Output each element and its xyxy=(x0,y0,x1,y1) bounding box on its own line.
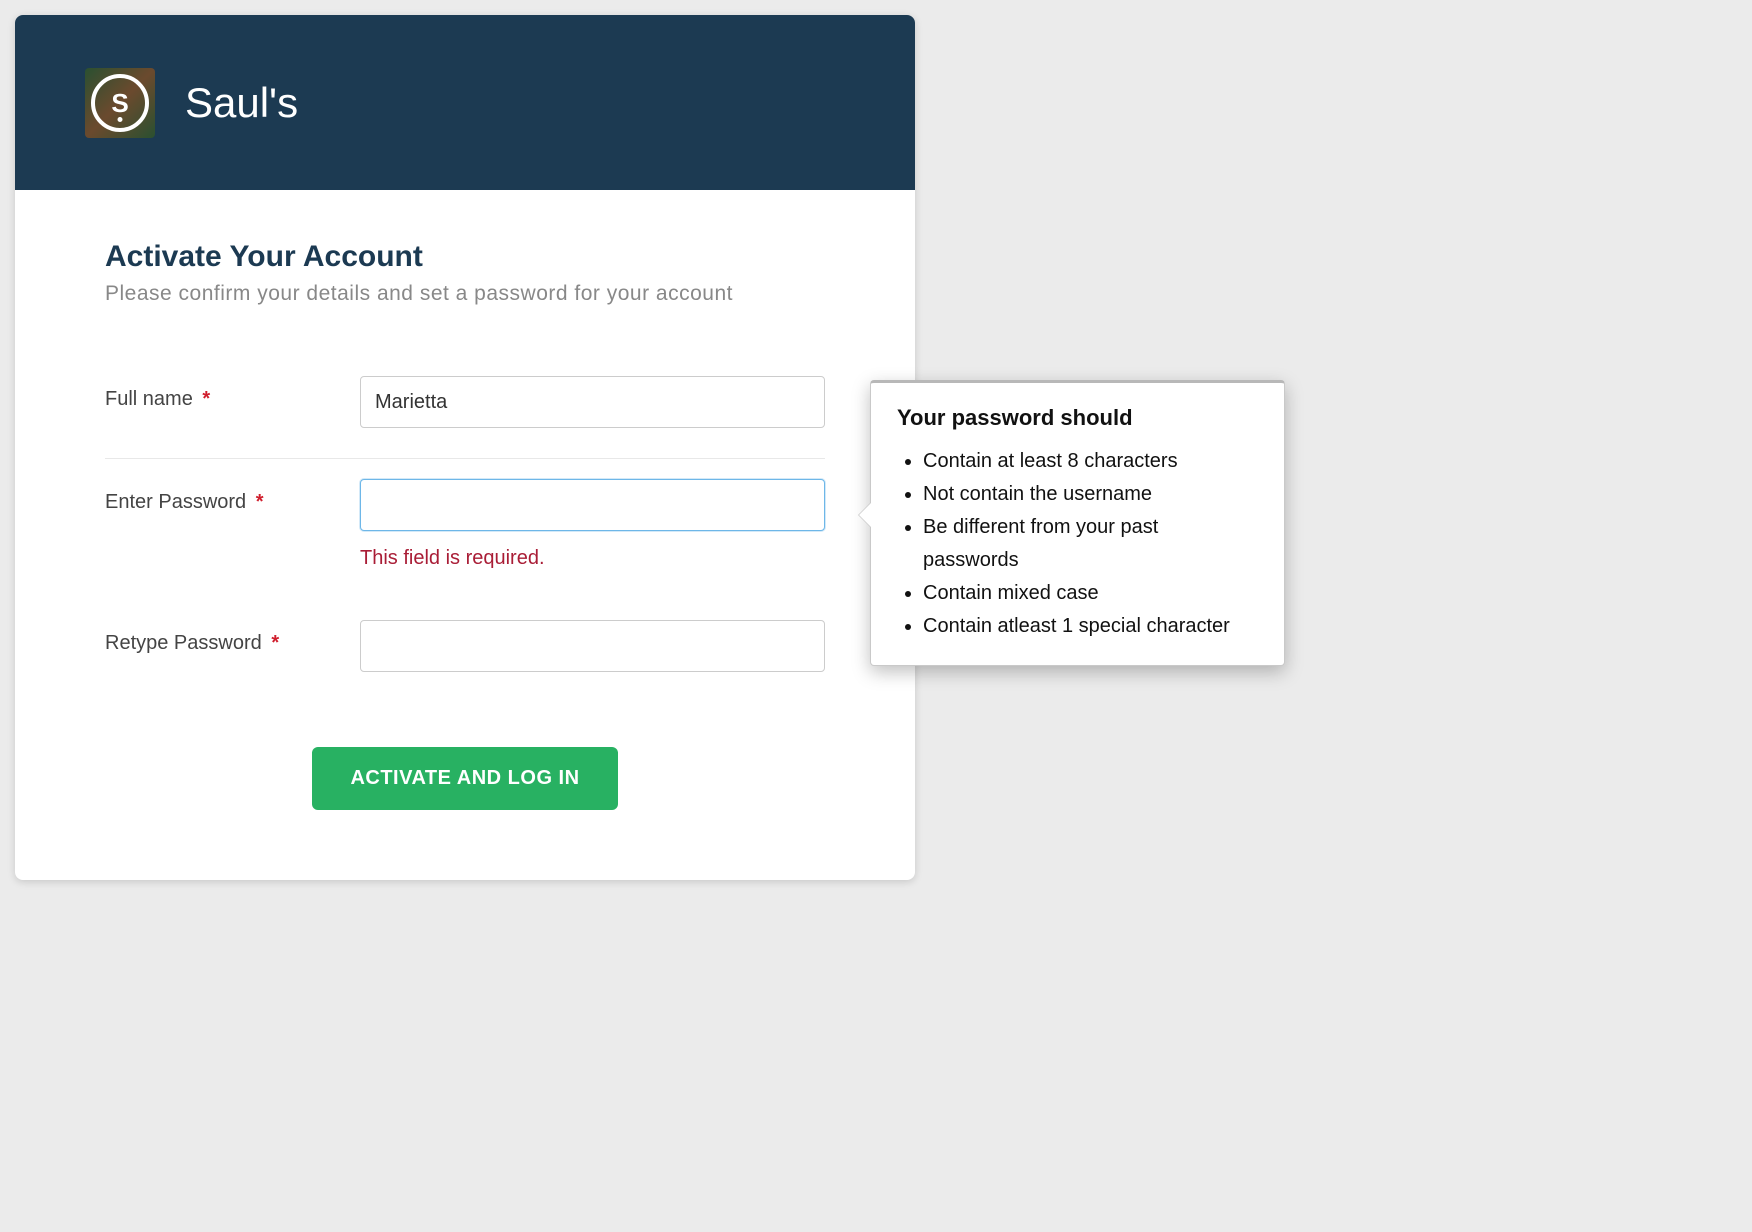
brand-logo: S xyxy=(85,68,155,138)
password-rule: Not contain the username xyxy=(923,478,1258,511)
activate-login-button[interactable]: ACTIVATE AND LOG IN xyxy=(312,747,617,810)
full-name-input[interactable] xyxy=(360,376,825,428)
full-name-row: Full name * xyxy=(105,356,825,459)
tooltip-arrow-icon xyxy=(859,503,871,527)
password-rule: Contain at least 8 characters xyxy=(923,445,1258,478)
required-marker-icon: * xyxy=(256,491,264,513)
required-marker-icon: * xyxy=(202,388,210,410)
password-rule: Contain mixed case xyxy=(923,577,1258,610)
full-name-label: Full name * xyxy=(105,376,360,411)
card-body: Activate Your Account Please confirm you… xyxy=(15,190,915,880)
tooltip-title: Your password should xyxy=(897,405,1258,431)
password-row: Enter Password * This field is required. xyxy=(105,459,825,600)
retype-password-row: Retype Password * xyxy=(105,600,825,702)
password-label: Enter Password * xyxy=(105,479,360,514)
password-input[interactable] xyxy=(360,479,825,531)
page-subtitle: Please confirm your details and set a pa… xyxy=(105,282,825,306)
password-rules-tooltip: Your password should Contain at least 8 … xyxy=(870,380,1285,666)
logo-dot-icon xyxy=(118,117,123,122)
logo-circle-icon: S xyxy=(91,74,149,132)
logo-letter: S xyxy=(111,90,128,116)
password-rule: Be different from your past passwords xyxy=(923,511,1258,577)
brand-name: Saul's xyxy=(185,79,298,127)
account-activation-card: S Saul's Activate Your Account Please co… xyxy=(15,15,915,880)
password-rule: Contain atleast 1 special character xyxy=(923,610,1258,643)
retype-password-label: Retype Password * xyxy=(105,620,360,655)
submit-row: ACTIVATE AND LOG IN xyxy=(105,747,825,810)
activation-form: Full name * Enter Password * This field … xyxy=(105,356,825,810)
page-title: Activate Your Account xyxy=(105,240,825,274)
required-marker-icon: * xyxy=(271,632,279,654)
retype-password-input[interactable] xyxy=(360,620,825,672)
card-header: S Saul's xyxy=(15,15,915,190)
password-error-message: This field is required. xyxy=(360,547,825,570)
password-rules-list: Contain at least 8 characters Not contai… xyxy=(897,445,1258,643)
